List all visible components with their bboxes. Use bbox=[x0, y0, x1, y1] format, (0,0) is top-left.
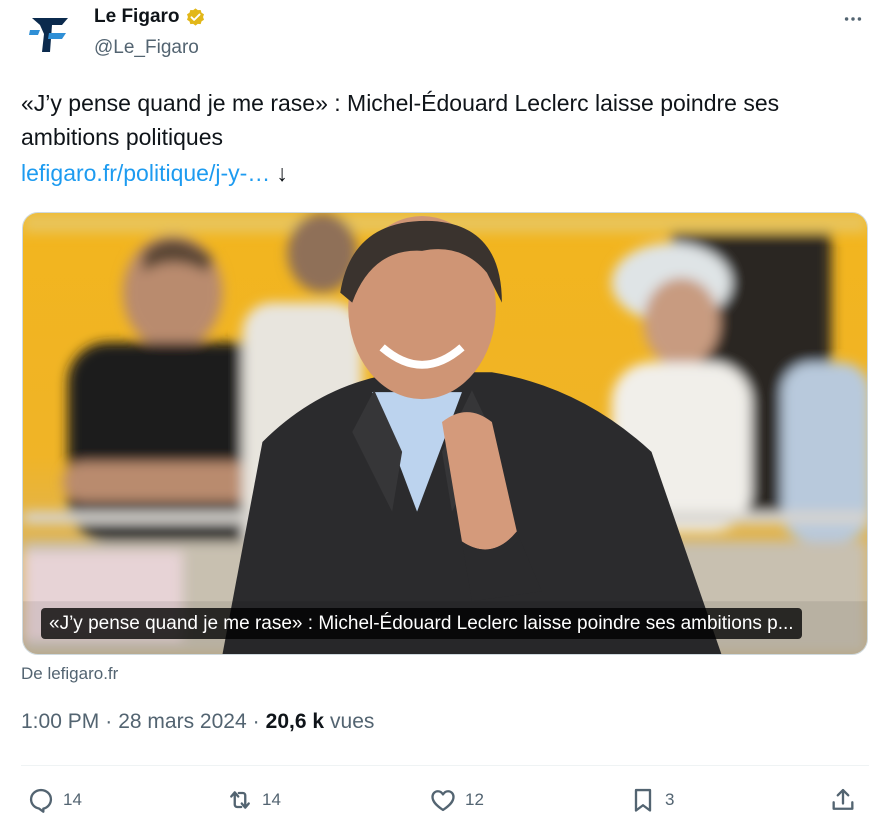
card-source-label[interactable]: De lefigaro.fr bbox=[21, 664, 118, 684]
name-row: Le Figaro bbox=[94, 6, 206, 28]
bookmark-count: 3 bbox=[665, 790, 675, 809]
user-handle[interactable]: @Le_Figaro bbox=[94, 37, 199, 59]
reply-icon bbox=[29, 788, 53, 813]
verified-badge-icon bbox=[186, 7, 204, 26]
repost-count: 14 bbox=[262, 790, 281, 809]
like-count: 12 bbox=[465, 790, 484, 809]
le-figaro-logo-icon bbox=[29, 18, 68, 52]
bookmark-icon bbox=[634, 788, 652, 812]
views-label: vues bbox=[330, 710, 375, 733]
meta-separator: · bbox=[252, 710, 260, 733]
meta-separator: · bbox=[105, 710, 113, 733]
repost-icon bbox=[230, 791, 250, 809]
reply-count: 14 bbox=[63, 790, 82, 809]
share-icon bbox=[832, 788, 854, 810]
article-link[interactable]: lefigaro.fr/politique/j-y-… bbox=[21, 160, 270, 186]
avatar[interactable] bbox=[22, 4, 82, 64]
more-horizontal-icon bbox=[844, 17, 862, 21]
tweet-link-row: lefigaro.fr/politique/j-y-… ↓ bbox=[21, 156, 288, 190]
tweet-header: Le Figaro @Le_Figaro bbox=[22, 0, 872, 70]
more-options-button[interactable] bbox=[838, 6, 868, 32]
heart-icon bbox=[431, 790, 455, 812]
divider bbox=[21, 765, 869, 766]
tweet-text: «J’y pense quand je me rase» : Michel-Éd… bbox=[21, 90, 780, 150]
repost-button[interactable]: 14 bbox=[226, 780, 281, 820]
down-arrow-icon: ↓ bbox=[276, 160, 288, 186]
photo-man-clasping-hands bbox=[23, 213, 867, 654]
action-bar: 14 14 12 3 bbox=[21, 780, 869, 820]
views-count: 20,6 k bbox=[265, 710, 325, 733]
link-card[interactable]: «J’y pense quand je me rase» : Michel-Éd… bbox=[22, 212, 868, 655]
tweet-meta: 1:00 PM · 28 mars 2024 · 20,6 k vues bbox=[21, 710, 374, 734]
display-name[interactable]: Le Figaro bbox=[94, 6, 180, 28]
reply-button[interactable]: 14 bbox=[27, 780, 82, 820]
tweet-date[interactable]: 28 mars 2024 bbox=[118, 710, 246, 734]
card-caption: «J’y pense quand je me rase» : Michel-Éd… bbox=[41, 608, 802, 639]
like-button[interactable]: 12 bbox=[429, 780, 484, 820]
share-button[interactable] bbox=[829, 780, 857, 820]
tweet-time[interactable]: 1:00 PM bbox=[21, 710, 99, 734]
bookmark-button[interactable]: 3 bbox=[629, 780, 674, 820]
